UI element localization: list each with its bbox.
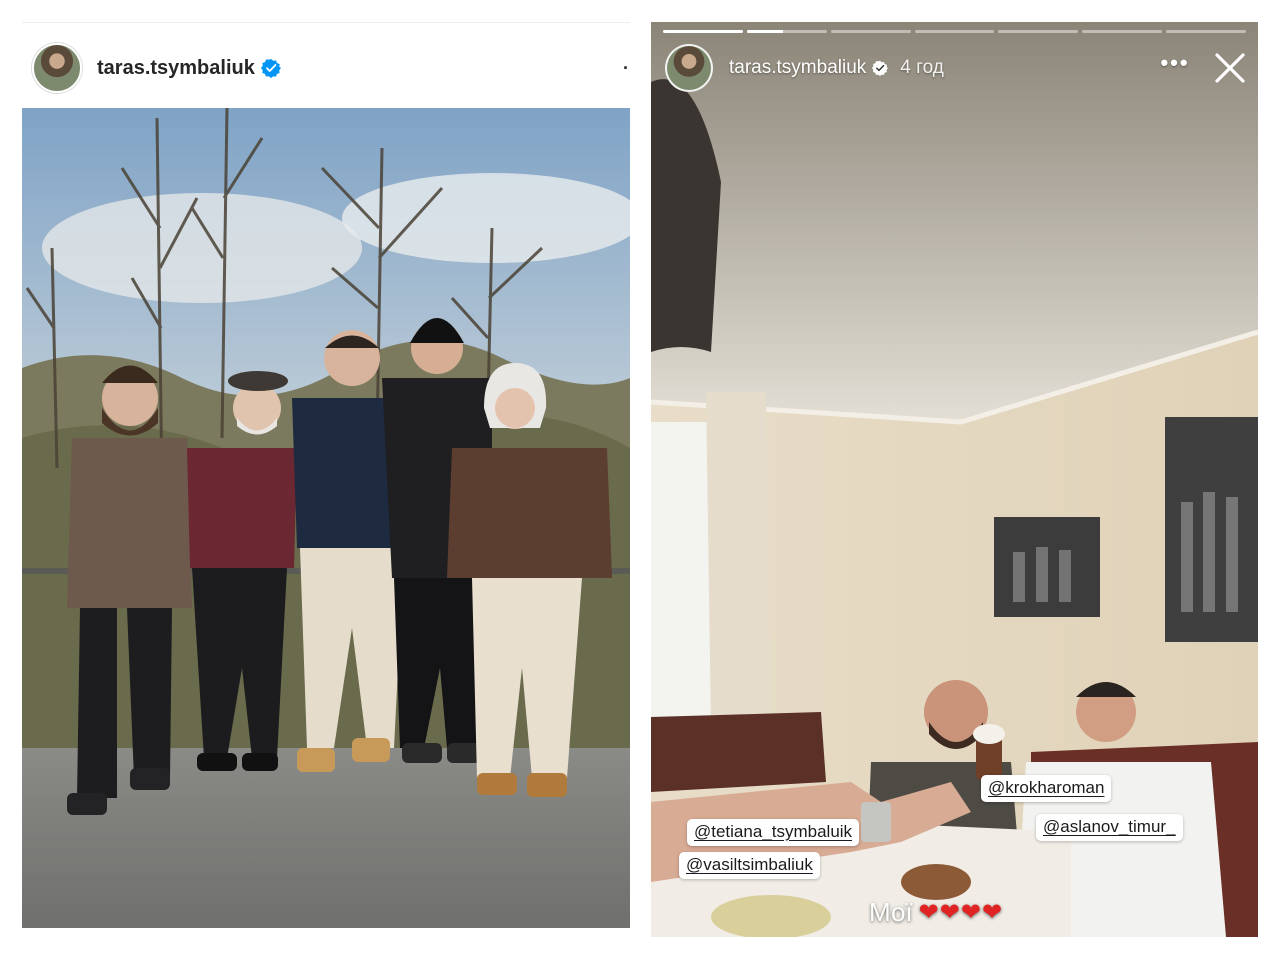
heart-emojis: ❤❤❤❤ [918,899,1004,926]
verified-badge-icon [260,59,281,78]
progress-segment [914,30,995,33]
progress-segment [998,30,1079,33]
progress-segment [1166,30,1247,33]
post-avatar[interactable] [32,43,82,93]
mention-tag-vasil[interactable]: @vasiltsimbaliuk [679,852,820,879]
close-icon[interactable] [1212,50,1248,86]
story-photo [651,22,1258,937]
divider [22,22,630,23]
caption-text: Мої [869,897,913,927]
progress-segment [746,30,827,33]
more-options-icon[interactable]: ••• [1158,52,1192,78]
mention-tag-krokharoman[interactable]: @krokharoman [981,775,1112,802]
story-username[interactable]: taras.tsymbaliuk [729,57,866,79]
progress-segment [663,30,743,33]
story-caption: Мої ❤❤❤❤ [869,897,1003,928]
progress-segment [830,30,911,33]
story-avatar[interactable] [665,44,713,92]
post-username[interactable]: taras.tsymbaliuk [97,57,255,80]
progress-segment [1082,30,1163,33]
instagram-story[interactable]: taras.tsymbaliuk 4 год ••• @tetiana_tsym… [651,22,1258,937]
instagram-post: taras.tsymbaliuk · [22,22,630,928]
more-icon[interactable]: · [622,58,630,78]
post-header: taras.tsymbaliuk [32,42,630,94]
story-progress-bar [663,30,1247,33]
mention-tag-aslanov[interactable]: @aslanov_timur_ [1036,814,1183,841]
story-header: taras.tsymbaliuk 4 год ••• [665,44,1248,92]
post-photo[interactable] [22,108,630,928]
story-timestamp: 4 год [900,57,944,78]
mention-tag-tetiana[interactable]: @tetiana_tsymbaluik [687,819,860,846]
verified-badge-icon [872,60,889,76]
post-photo-image [22,108,630,928]
